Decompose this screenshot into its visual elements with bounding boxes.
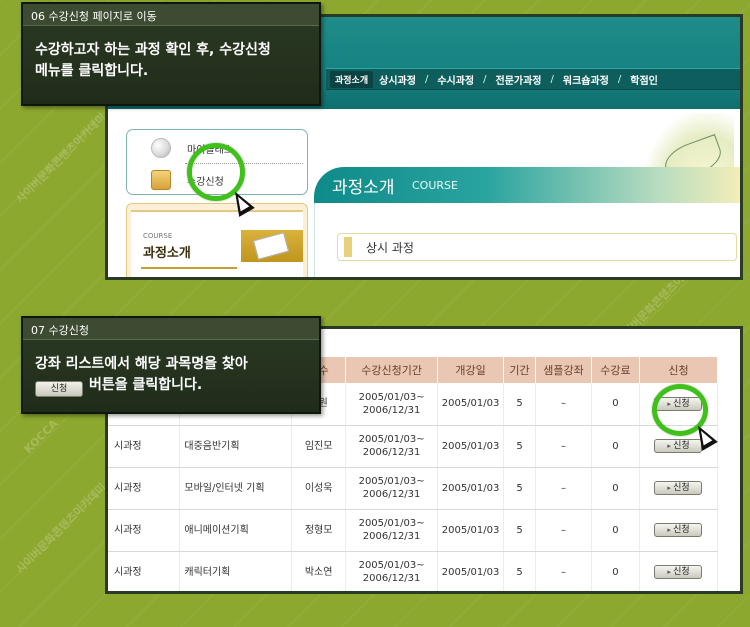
apply-button-sample: 신청 [35, 381, 83, 397]
watermark: 사이버문화콘텐츠아카데미 [13, 480, 109, 576]
course-side-box: COURSE 과정소개 [126, 203, 308, 277]
disc-icon [151, 138, 171, 158]
step06-line1: 수강하고자 하는 과정 확인 후, 수강신청 [35, 42, 271, 58]
course-small-label: COURSE [143, 232, 173, 240]
section-label: 상시 과정 [337, 233, 737, 261]
step07-line2: 버튼을 클릭합니다. [89, 377, 203, 393]
table-row: 시과정 대중음반기획 임진모 2005/01/03~ 2006/12/31 200… [108, 425, 719, 468]
page-subtitle: COURSE [412, 179, 458, 192]
main-nav: 과정소개 상시과정 / 수시과정 / 전문가과정 / 워크숍과정 / 학점인 [326, 68, 740, 90]
apply-button[interactable]: 신청 [654, 565, 703, 579]
page-title-bar: 과정소개 COURSE [314, 167, 740, 207]
nav-item-credit[interactable]: 학점인 [630, 72, 658, 87]
nav-item-occasional[interactable]: 수시과정 [437, 72, 474, 87]
watermark: 사이버문화콘텐츠아카데미 [13, 110, 109, 206]
step06-header: 06 수강신청 페이지로 이동 [23, 4, 319, 26]
page-title: 과정소개 [332, 178, 395, 198]
nav-item-regular[interactable]: 상시과정 [379, 72, 416, 87]
nav-item-workshop[interactable]: 워크숍과정 [563, 72, 609, 87]
nav-item-expert[interactable]: 전문가과정 [496, 72, 542, 87]
apply-button[interactable]: 신청 [654, 439, 703, 453]
col-sample: 샘플강좌 [535, 357, 592, 383]
table-row: 시과정 캐릭터기획 박소연 2005/01/03~ 2006/12/31 2005… [108, 551, 719, 591]
apply-button[interactable]: 신청 [654, 481, 703, 495]
course-title: 과정소개 [143, 246, 191, 261]
apply-button[interactable]: 신청 [654, 523, 703, 537]
notebook-icon [241, 230, 303, 262]
col-apply: 신청 [639, 357, 719, 383]
step06-line2: 메뉴를 클릭합니다. [35, 63, 149, 79]
table-row: 시과정 모바일/인터넷 기획 이성욱 2005/01/03~ 2006/12/31… [108, 467, 719, 510]
col-days: 기간 [503, 357, 537, 383]
col-fee: 수강료 [591, 357, 640, 383]
content-area: 상시 과정 [314, 203, 740, 277]
col-period: 수강신청기간 [345, 357, 439, 383]
nav-badge[interactable]: 과정소개 [330, 70, 374, 88]
book-icon [151, 170, 171, 190]
step07-line1: 강좌 리스트에서 해당 과목명을 찾아 [35, 356, 248, 372]
step06-callout: 06 수강신청 페이지로 이동 수강하고자 하는 과정 확인 후, 수강신청 메… [21, 2, 321, 106]
watermark: KOCCA [21, 417, 61, 456]
step07-callout: 07 수강신청 강좌 리스트에서 해당 과목명을 찾아 신청 버튼을 클릭합니다. [21, 316, 321, 414]
step07-header: 07 수강신청 [23, 318, 319, 340]
col-start: 개강일 [437, 357, 505, 383]
table-row: 시과정 애니메이션기획 정형모 2005/01/03~ 2006/12/31 20… [108, 509, 719, 552]
